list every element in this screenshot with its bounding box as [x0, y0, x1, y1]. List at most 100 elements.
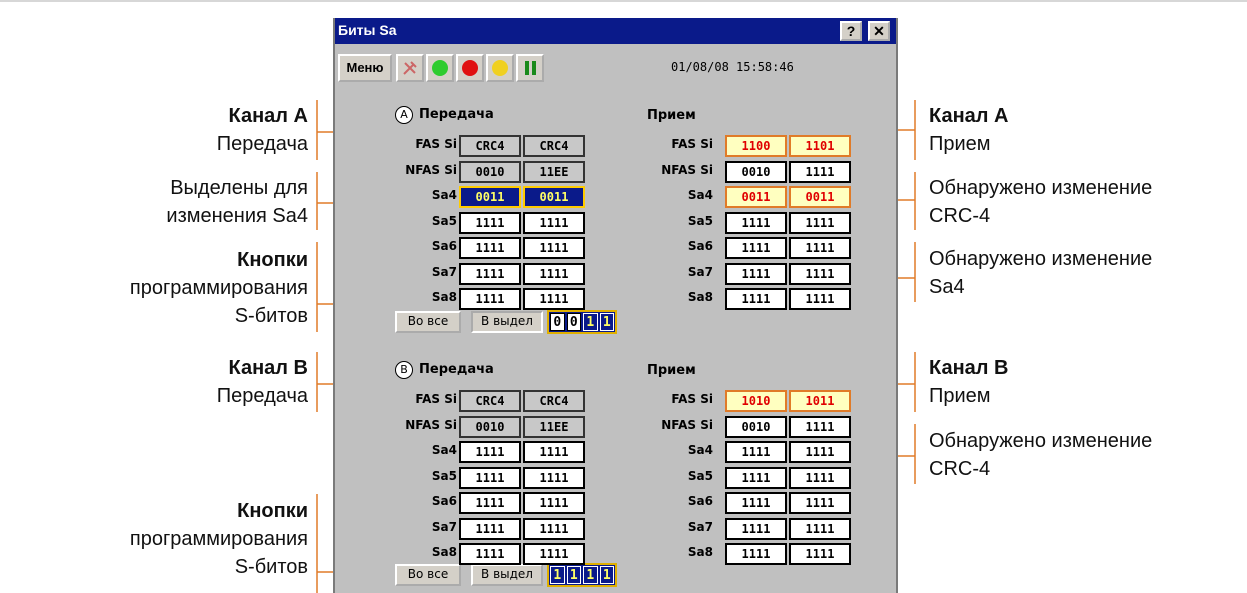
- channel_a-tx-cell[interactable]: 1111: [459, 237, 521, 259]
- row-label: Sa8: [687, 545, 713, 559]
- bit-toggle[interactable]: 1: [550, 566, 565, 584]
- row-label: Sa6: [431, 239, 457, 253]
- channel_b-tx-cell[interactable]: 1111: [459, 441, 521, 463]
- row-label: Sa4: [431, 443, 457, 457]
- row-label: Sa5: [431, 468, 457, 483]
- row-label: Sa7: [431, 264, 457, 279]
- channel_a-tx-cell[interactable]: 0011: [459, 186, 521, 208]
- channel_b-tx-cell[interactable]: 1111: [523, 517, 585, 540]
- row-label: Sa4: [431, 188, 457, 202]
- bit-toggle[interactable]: 1: [566, 566, 581, 584]
- channel_b-tx-cell[interactable]: 1111: [523, 492, 585, 514]
- channel-b-all-button[interactable]: Во все: [395, 564, 461, 586]
- yellow-light-icon[interactable]: [486, 54, 514, 82]
- channel_a-rx-cell: 1111: [789, 288, 851, 310]
- channel-b-rx-title: Прием: [647, 363, 696, 378]
- row-label: NFAS Si: [405, 417, 457, 432]
- channel_b-tx-cell[interactable]: CRC4: [523, 390, 585, 412]
- row-label: Sa5: [687, 213, 713, 228]
- channel_b-rx-cell: 1010: [725, 390, 787, 412]
- channel_a-tx-cell[interactable]: 1111: [523, 262, 585, 285]
- red-light-icon[interactable]: [456, 54, 484, 82]
- row-label: Sa7: [431, 519, 457, 534]
- channel_b-tx-cell[interactable]: 1111: [523, 466, 585, 489]
- channel_b-rx-cell: 1111: [789, 466, 851, 489]
- channel_a-tx-cell[interactable]: 0010: [459, 160, 521, 183]
- pause-icon[interactable]: [516, 54, 544, 82]
- channel_b-rx-cell: 1111: [789, 492, 851, 514]
- close-button[interactable]: ✕: [868, 21, 890, 41]
- bit-toggle[interactable]: 1: [599, 566, 614, 584]
- channel_b-rx-cell: 1111: [725, 492, 787, 514]
- row-label: Sa6: [687, 494, 713, 508]
- row-label: Sa6: [687, 239, 713, 253]
- channel_a-tx-cell[interactable]: CRC4: [459, 135, 521, 157]
- channel-b-tx-title: B Передача: [395, 361, 494, 379]
- menu-button[interactable]: Меню: [338, 54, 392, 82]
- bit-toggle[interactable]: 1: [583, 566, 598, 584]
- channel-a-bit-buttons: 0 0 1 1: [547, 310, 617, 334]
- help-button[interactable]: ?: [840, 21, 862, 41]
- channel_b-tx-cell[interactable]: 1111: [523, 441, 585, 463]
- row-label: FAS Si: [415, 137, 457, 151]
- window-title: Биты Sa: [338, 22, 397, 38]
- channel_b-rx-cell: 0010: [725, 415, 787, 438]
- channel_a-tx-cell[interactable]: 1111: [459, 211, 521, 234]
- channel-b-selected-button[interactable]: В выдел: [471, 564, 543, 586]
- bit-toggle[interactable]: 0: [566, 313, 581, 331]
- channel_a-rx-cell: 1111: [725, 211, 787, 234]
- channel_b-tx-cell[interactable]: 1111: [523, 543, 585, 565]
- channel_a-rx-cell: 1111: [725, 262, 787, 285]
- annotation-selected-sa4: Выделены для изменения Sa4: [166, 177, 308, 227]
- channel_a-tx-cell[interactable]: 1111: [523, 211, 585, 234]
- row-label: Sa7: [687, 519, 713, 534]
- bit-toggle[interactable]: 1: [599, 313, 614, 331]
- channel_b-tx-cell[interactable]: 1111: [459, 492, 521, 514]
- channel_a-rx-cell: 1101: [789, 135, 851, 157]
- channel-a-tx-title: A Передача: [395, 106, 494, 124]
- channel_b-rx-cell: 1111: [789, 415, 851, 438]
- row-label: Sa8: [431, 545, 457, 559]
- annotation-sa4-change: Обнаружено изменение Sa4: [929, 248, 1153, 298]
- annotation-channel-b-rx: Канал B Прием: [929, 357, 1009, 407]
- bit-toggle[interactable]: 1: [583, 313, 598, 331]
- tools-icon[interactable]: [396, 54, 424, 82]
- channel-b-badge: B: [395, 361, 413, 379]
- channel_b-rx-cell: 1011: [789, 390, 851, 412]
- channel_b-tx-cell[interactable]: 1111: [459, 543, 521, 565]
- sa-bits-window: Биты Sa ? ✕ Меню 01/08/08 15:58:46 A Пере…: [333, 18, 898, 593]
- title-bar: Биты Sa ? ✕: [335, 18, 896, 44]
- channel_a-tx-cell[interactable]: 1111: [523, 237, 585, 259]
- annotation-crc-change-a: Обнаружено изменение CRC-4: [929, 177, 1153, 227]
- channel_b-rx-cell: 1111: [725, 466, 787, 489]
- row-label: Sa5: [431, 213, 457, 228]
- green-light-icon[interactable]: [426, 54, 454, 82]
- channel_a-rx-cell: 0010: [725, 160, 787, 183]
- row-label: Sa5: [687, 468, 713, 483]
- bit-toggle[interactable]: 0: [550, 313, 565, 331]
- channel_a-rx-cell: 1111: [789, 160, 851, 183]
- channel_a-tx-cell[interactable]: 1111: [523, 288, 585, 310]
- channel-a-selected-button[interactable]: В выдел: [471, 311, 543, 333]
- channel_b-rx-cell: 1111: [789, 441, 851, 463]
- row-label: Sa4: [687, 443, 713, 457]
- channel_a-tx-cell[interactable]: 1111: [459, 288, 521, 310]
- annotation-buttons-b: Кнопки программирования S-битов: [129, 500, 308, 578]
- channel_b-rx-cell: 1111: [725, 517, 787, 540]
- channel_b-tx-cell[interactable]: 1111: [459, 517, 521, 540]
- channel_b-tx-cell[interactable]: 0010: [459, 415, 521, 438]
- channel_b-tx-cell[interactable]: CRC4: [459, 390, 521, 412]
- row-label: Sa4: [687, 188, 713, 202]
- channel-a-all-button[interactable]: Во все: [395, 311, 461, 333]
- channel_a-rx-cell: 0011: [789, 186, 851, 208]
- channel_b-tx-cell[interactable]: 1111: [459, 466, 521, 489]
- channel_a-rx-cell: 1111: [725, 237, 787, 259]
- channel_b-rx-cell: 1111: [789, 543, 851, 565]
- channel_a-tx-cell[interactable]: 11EE: [523, 160, 585, 183]
- annotation-channel-a-tx: Канал A Передача: [216, 105, 308, 155]
- channel_b-tx-cell[interactable]: 11EE: [523, 415, 585, 438]
- channel_a-tx-cell[interactable]: CRC4: [523, 135, 585, 157]
- channel_a-tx-cell[interactable]: 1111: [459, 262, 521, 285]
- channel_a-rx-cell: 1111: [725, 288, 787, 310]
- channel_a-tx-cell[interactable]: 0011: [523, 186, 585, 208]
